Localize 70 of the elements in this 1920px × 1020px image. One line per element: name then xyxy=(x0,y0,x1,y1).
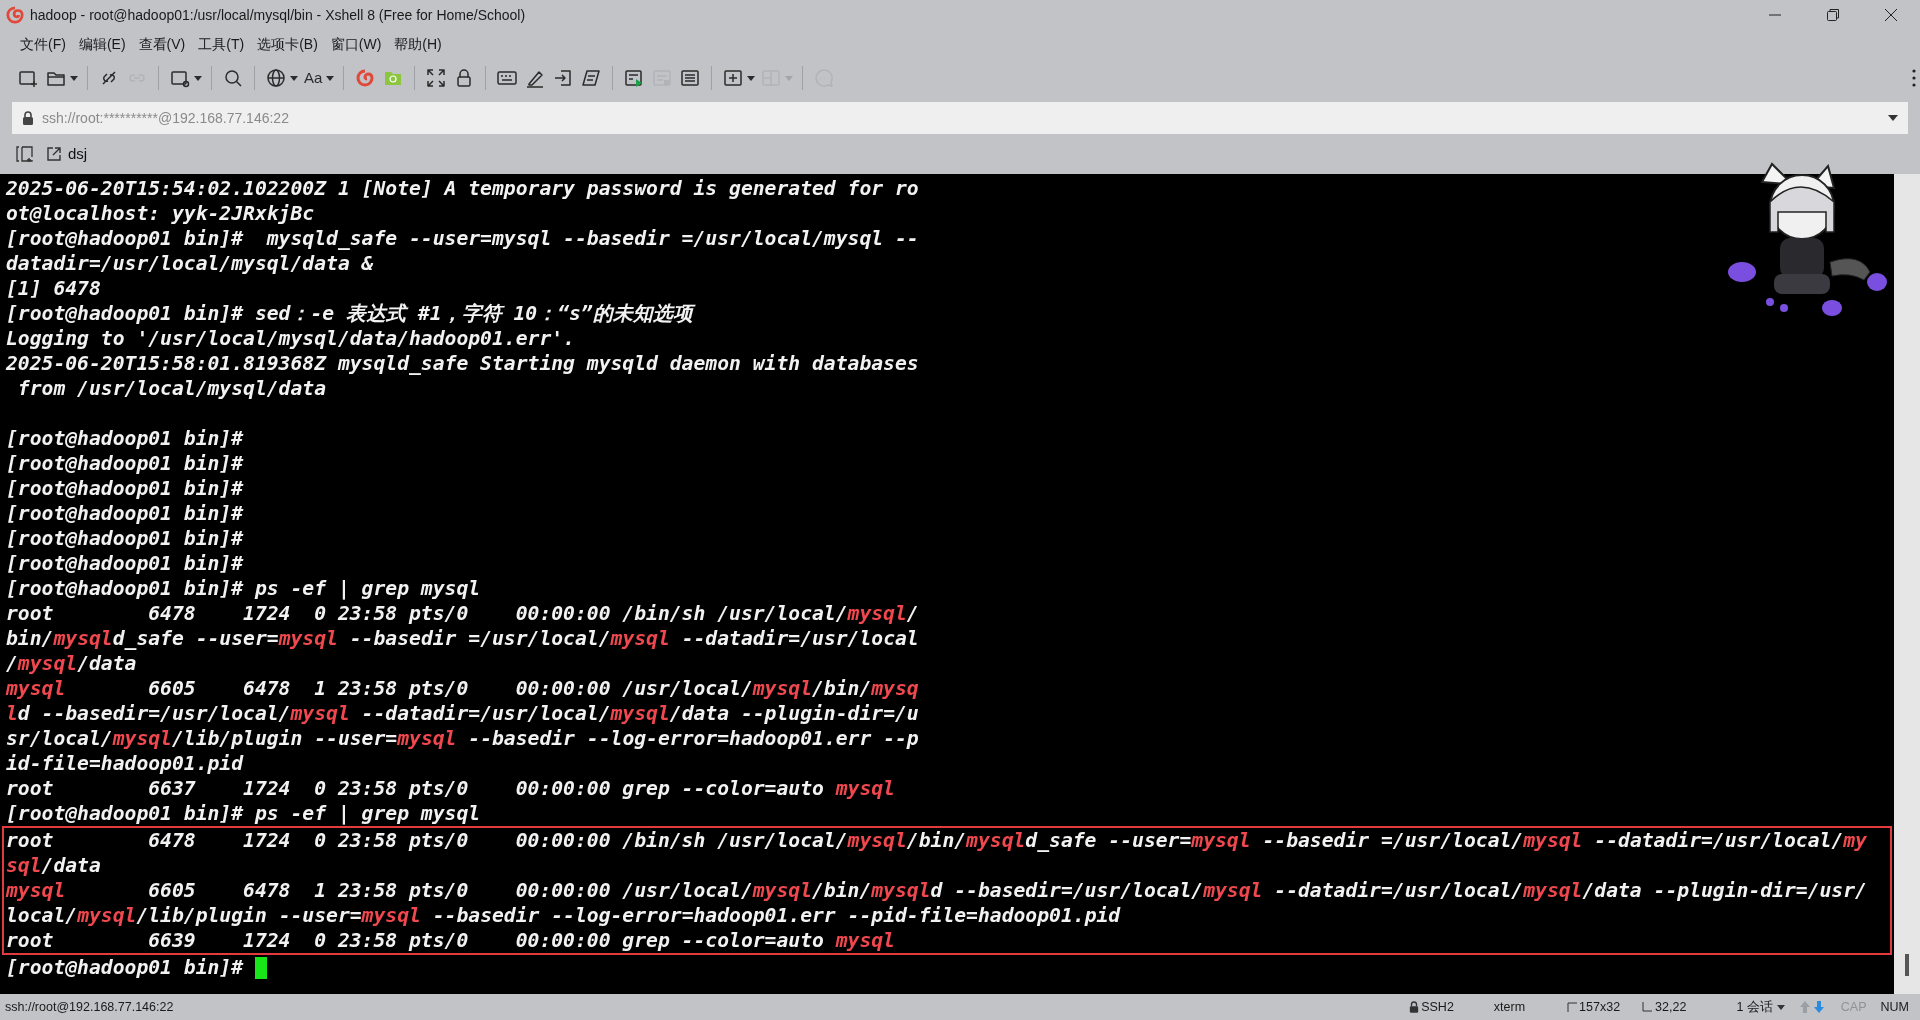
size-icon xyxy=(1567,1002,1578,1012)
terminal-line: [root@hadoop01 bin]# mysqld_safe --user=mysql --basedir =/usr/local/mysql -- xyxy=(6,226,920,251)
menu-item[interactable]: 帮助(H) xyxy=(388,32,448,56)
terminal-line: from /usr/local/mysql/data xyxy=(16,376,328,401)
restore-icon xyxy=(1826,8,1840,22)
caret-icon[interactable] xyxy=(70,75,78,81)
external-link-icon xyxy=(46,146,62,162)
terminal-line: ot@localhost: yyk-2JRxkjBc xyxy=(6,201,316,226)
terminal-screen[interactable] xyxy=(0,174,1894,994)
terminal-line: root 6478 1724 0 23:58 pts/0 00:00:00 /bin/sh /usr/local/mysql/bin/mysqld_safe --user=mysql --basedir =/usr/local/mysql --datadir=/usr/local/my xyxy=(6,828,1868,853)
terminal-line: [root@hadoop01 bin]# xyxy=(6,526,245,551)
terminal-line: Logging to '/usr/local/mysql/data/hadoop01.err'. xyxy=(6,326,576,351)
caret-icon[interactable] xyxy=(290,75,298,81)
lock-icon xyxy=(1409,1001,1420,1013)
menu-item[interactable]: 文件(F) xyxy=(14,32,72,56)
more-icon[interactable] xyxy=(1912,69,1916,87)
cursor-position: 32,22 xyxy=(1655,998,1687,1016)
arrow-down-icon xyxy=(1812,1001,1825,1013)
terminal-line: [root@hadoop01 bin]# xyxy=(6,501,245,526)
menu-item[interactable]: 选项卡(B) xyxy=(251,32,324,56)
scrollbar-thumb[interactable] xyxy=(1905,954,1909,976)
terminal-line: datadir=/usr/local/mysql/data & xyxy=(6,251,375,276)
terminal-line: 2025-06-20T15:58:01.819368Z mysqld_safe Starting mysqld daemon with databases xyxy=(6,351,920,376)
terminal-size: 157x32 xyxy=(1579,998,1621,1016)
terminal-line: root 6639 1724 0 23:58 pts/0 00:00:00 grep --color=auto mysql xyxy=(6,928,896,953)
terminal-line: mysql 6605 6478 1 23:58 pts/0 00:00:00 /usr/local/mysql/bin/mysqld --basedir=/usr/local/mysql --datadir=/usr/local/mysql/data --plugin-dir=/usr/ xyxy=(6,878,1868,903)
menu-item[interactable]: 编辑(E) xyxy=(72,32,132,56)
font-button[interactable]: Aa xyxy=(300,64,327,92)
terminal-line: [root@hadoop01 bin]# sed：-e 表达式 #1，字符 10：“s”的未知选项 xyxy=(6,301,1894,326)
scrollbar[interactable] xyxy=(1894,174,1920,994)
dropdown-caret-icon[interactable] xyxy=(1888,115,1898,121)
menu-item[interactable]: 工具(T) xyxy=(192,32,251,56)
terminal-line: [root@hadoop01 bin]# xyxy=(6,476,245,501)
terminal-line: bin/mysqld_safe --user=mysql --basedir =/usr/local/mysql --datadir=/usr/local xyxy=(6,626,920,651)
caret-icon[interactable] xyxy=(194,75,202,81)
terminal-type: xterm xyxy=(1493,998,1526,1016)
session-tab[interactable]: dsj xyxy=(42,140,92,168)
caret-icon[interactable] xyxy=(1776,1004,1785,1010)
terminal-line: mysql 6605 6478 1 23:58 pts/0 00:00:00 /usr/local/mysql/bin/mysq xyxy=(6,676,920,701)
terminal-line: id-file=hadoop01.pid xyxy=(6,751,245,776)
cursor-position-icon xyxy=(1642,1002,1653,1012)
terminal-line: 2025-06-20T15:54:02.102200Z 1 [Note] A temporary password is generated for ro xyxy=(6,176,920,201)
terminal-line: [root@hadoop01 bin]# ps -ef | grep mysql xyxy=(6,576,482,601)
terminal-line: root 6637 1724 0 23:58 pts/0 00:00:00 grep --color=auto mysql xyxy=(6,776,896,801)
arrow-up-icon xyxy=(1798,1001,1811,1013)
terminal-line: local/mysql/lib/plugin --user=mysql --basedir --log-error=hadoop01.err --pid-file=hadoop01.pid xyxy=(6,903,1122,928)
terminal-line: sql/data xyxy=(6,853,102,878)
window-title: hadoop - root@hadoop01:/usr/local/mysql/bin - Xshell 8 (Free for Home/School) xyxy=(30,5,526,25)
terminal-line: ld --basedir=/usr/local/mysql --datadir=/usr/local/mysql/data --plugin-dir=/u xyxy=(6,701,920,726)
protocol-status: SSH2 xyxy=(1421,998,1454,1016)
terminal-line: [root@hadoop01 bin]# xyxy=(6,955,1894,980)
caret-icon[interactable] xyxy=(747,75,756,81)
swirl-icon xyxy=(6,6,24,24)
key-indicator: NUM xyxy=(1880,998,1909,1016)
terminal-line: [root@hadoop01 bin]# ps -ef | grep mysql xyxy=(6,801,482,826)
terminal-line: [root@hadoop01 bin]# xyxy=(6,426,245,451)
terminal-line: sr/local/mysql/lib/plugin --user=mysql --basedir --log-error=hadoop01.err --p xyxy=(6,726,920,751)
connection-status: ssh://root@192.168.77.146:22 xyxy=(5,998,174,1016)
tab-list-icon[interactable] xyxy=(16,146,34,162)
terminal-line: [1] 6478 xyxy=(6,276,102,301)
terminal-line: /mysql/data xyxy=(6,651,138,676)
terminal-line: [root@hadoop01 bin]# xyxy=(6,451,245,476)
terminal-line: root 6478 1724 0 23:58 pts/0 00:00:00 /bin/sh /usr/local/mysql/ xyxy=(6,601,920,626)
session-count[interactable]: 1 会话 xyxy=(1736,997,1773,1017)
terminal-line: [root@hadoop01 bin]# xyxy=(6,551,245,576)
menu-item[interactable]: 查看(V) xyxy=(132,32,192,56)
lock-icon xyxy=(22,111,34,125)
close-icon xyxy=(1884,8,1898,22)
menu-item[interactable]: 窗口(W) xyxy=(324,32,388,56)
caret-icon[interactable] xyxy=(326,75,335,81)
